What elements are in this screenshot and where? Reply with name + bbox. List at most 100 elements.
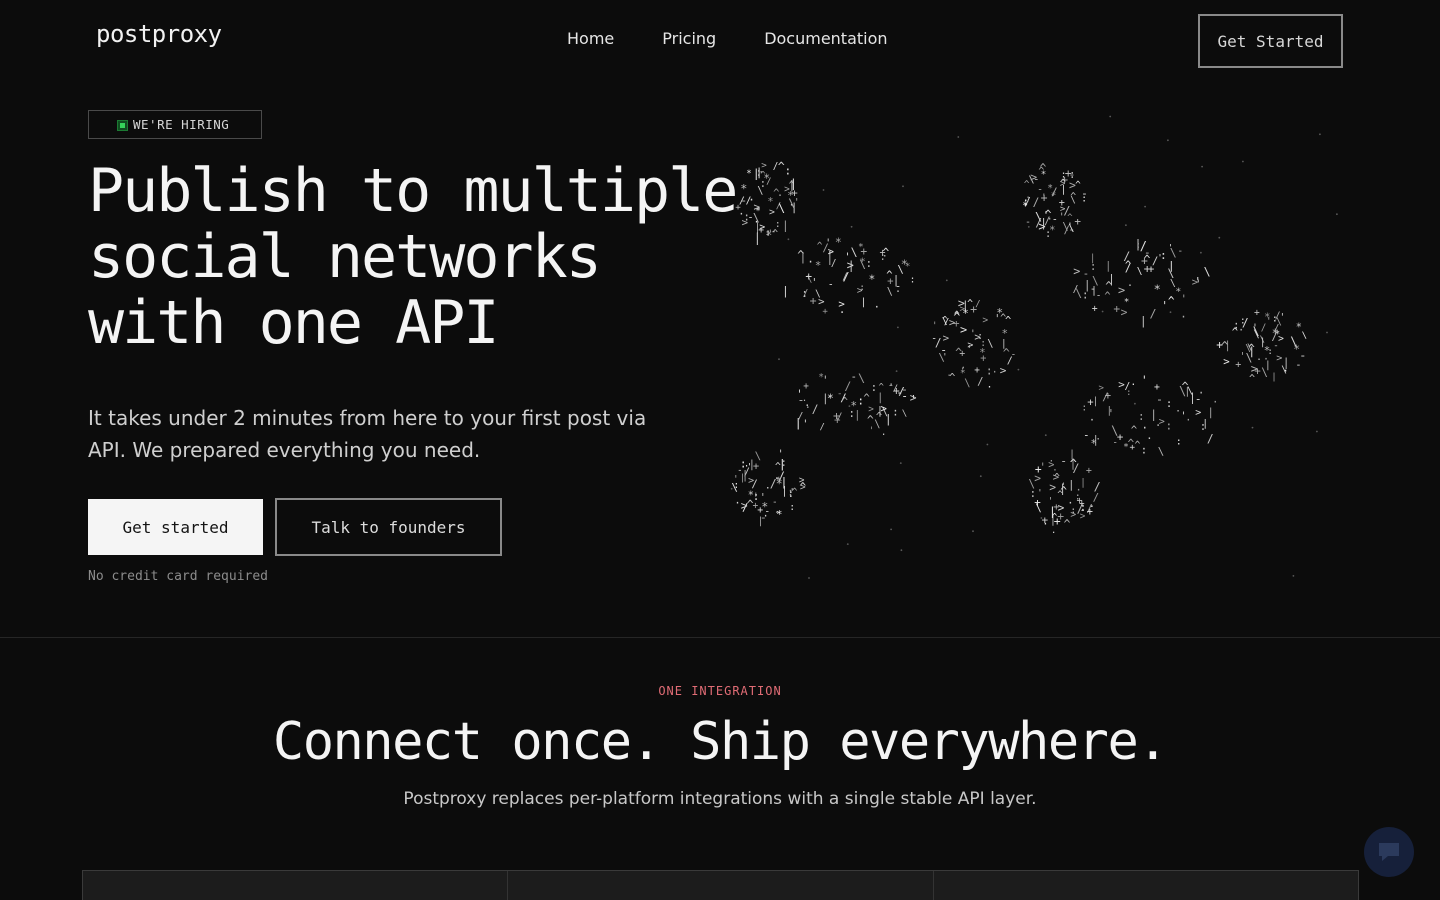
hero-title-line-3: with one API — [88, 288, 499, 358]
ascii-dot — [787, 238, 790, 241]
nav-pricing-link[interactable]: Pricing — [662, 29, 716, 48]
nav-home-link[interactable]: Home — [567, 29, 614, 48]
ascii-dot — [895, 370, 898, 372]
ascii-glyph: ^ — [792, 487, 798, 498]
ascii-glyph: > — [1069, 178, 1076, 192]
ascii-dot — [957, 136, 960, 138]
ascii-dot — [822, 189, 825, 191]
ascii-glyph: ^ — [863, 393, 869, 405]
ascii-glyph: | — [1271, 371, 1277, 382]
ascii-glyph: | — [827, 253, 834, 266]
ascii-dot — [1027, 226, 1030, 228]
ascii-glyph: \ — [1281, 365, 1287, 376]
ascii-glyph: > — [1121, 306, 1128, 319]
ascii-glyph: - — [851, 371, 857, 383]
ascii-glyph: : — [980, 338, 986, 349]
header-get-started-button[interactable]: Get Started — [1198, 14, 1343, 68]
ascii-dot — [900, 549, 903, 552]
ascii-glyph: | — [1093, 396, 1099, 407]
ascii-glyph: : — [1022, 195, 1029, 209]
ascii-glyph: . — [987, 380, 993, 391]
ascii-glyph: \ — [731, 481, 738, 494]
logo[interactable]: postproxy — [96, 20, 222, 48]
ascii-glyph: \ — [1028, 478, 1035, 491]
ascii-dot — [846, 543, 849, 545]
ascii-glyph: / — [843, 270, 850, 284]
ascii-glyph: | — [1068, 479, 1074, 491]
ascii-dot — [1218, 236, 1221, 239]
ascii-glyph: > — [1099, 384, 1105, 394]
ascii-glyph: - — [737, 466, 742, 476]
ascii-glyph: . — [804, 396, 811, 409]
ascii-glyph: > — [960, 322, 967, 336]
hero-title-line-1: Publish to multiple — [88, 156, 738, 226]
ascii-glyph: : — [859, 282, 865, 293]
ascii-dot — [1040, 517, 1043, 519]
ascii-glyph: . — [1155, 415, 1162, 429]
ascii-glyph: ' — [1161, 298, 1168, 312]
ascii-glyph: - — [828, 280, 834, 291]
ascii-glyph: ^ — [842, 396, 848, 408]
ascii-glyph: : — [1082, 402, 1088, 413]
ascii-glyph: > — [1118, 378, 1125, 391]
ascii-glyph: > — [741, 499, 748, 513]
ascii-glyph: | — [877, 391, 884, 404]
get-started-button[interactable]: Get started — [88, 499, 263, 555]
ascii-glyph: : — [801, 287, 808, 300]
ascii-dot — [1134, 402, 1136, 405]
ascii-glyph: > — [754, 200, 761, 213]
ascii-glyph: * — [1123, 442, 1129, 453]
ascii-glyph: . — [1238, 322, 1244, 334]
integration-eyebrow: ONE INTEGRATION — [658, 684, 782, 698]
ascii-dot — [986, 443, 989, 446]
ascii-glyph: + — [959, 349, 965, 360]
ascii-glyph: + — [974, 365, 980, 376]
integration-cards — [82, 870, 1359, 900]
ascii-glyph: . — [1042, 517, 1048, 528]
ascii-dot — [1326, 331, 1328, 334]
ascii-glyph: . — [1089, 411, 1095, 423]
ascii-glyph: ' — [1037, 487, 1043, 498]
talk-to-founders-button[interactable]: Talk to founders — [275, 498, 502, 556]
ascii-glyph: / — [944, 318, 949, 328]
ascii-glyph: > — [1049, 481, 1056, 494]
ascii-glyph: | — [1207, 406, 1214, 419]
chat-widget-button[interactable] — [1364, 827, 1414, 877]
ascii-dot — [945, 279, 948, 282]
ascii-glyph: | — [861, 297, 867, 308]
ascii-glyph: . — [1127, 276, 1134, 289]
ascii-dot — [1316, 430, 1318, 433]
nav-documentation-link[interactable]: Documentation — [764, 29, 887, 48]
no-credit-card-note: No credit card required — [88, 569, 269, 584]
ascii-glyph: \ — [1170, 245, 1177, 259]
ascii-glyph: : — [1200, 420, 1207, 433]
ascii-glyph: * — [776, 475, 782, 486]
ascii-glyph: > — [1030, 170, 1037, 184]
ascii-glyph: > — [838, 297, 844, 310]
ascii-dot — [890, 528, 892, 531]
site-header: postproxy Home Pricing Documentation Get… — [0, 0, 1440, 80]
ascii-dot — [902, 185, 904, 188]
ascii-glyph: / — [1152, 255, 1159, 268]
ascii-glyph: \ — [1253, 328, 1260, 341]
ascii-glyph: + — [1113, 303, 1120, 316]
ascii-glyph: . — [881, 427, 887, 438]
ascii-glyph: \ — [1247, 342, 1253, 355]
ascii-glyph: > — [982, 315, 988, 326]
hiring-badge[interactable]: WE'RE HIRING — [88, 110, 262, 139]
ascii-glyph: + — [1154, 382, 1160, 393]
integration-title: Connect once. Ship everywhere. — [272, 712, 1169, 772]
ascii-glyph: : — [866, 257, 873, 270]
ascii-glyph: \ — [858, 371, 865, 385]
ascii-glyph: ^ — [778, 160, 785, 174]
integration-card — [82, 871, 508, 900]
status-dot-icon — [117, 120, 128, 131]
ascii-glyph: ' — [747, 462, 753, 473]
ascii-glyph: + — [735, 202, 741, 213]
ascii-glyph: - — [774, 507, 780, 518]
ascii-glyph: - — [1060, 454, 1067, 467]
ascii-glyph: : — [1166, 397, 1173, 410]
ascii-glyph: \ — [1158, 445, 1165, 458]
ascii-glyph: * — [827, 391, 834, 405]
ascii-glyph: . — [1175, 403, 1181, 414]
